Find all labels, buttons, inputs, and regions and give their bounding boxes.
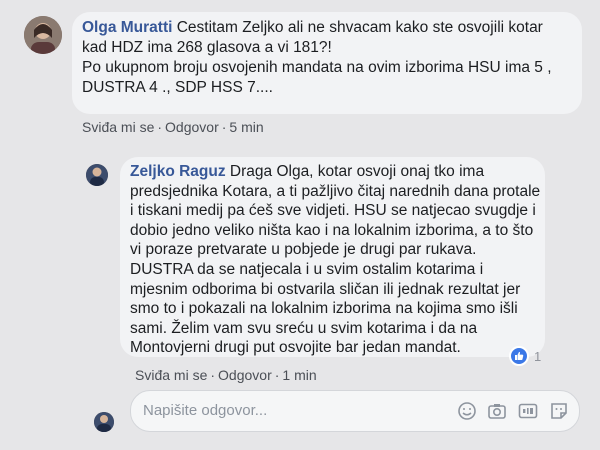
timestamp[interactable]: 1 min <box>282 367 316 383</box>
comment-text-line: dobio jedno veliko ništa kao i na lokaln… <box>130 221 534 239</box>
comment-text-line: DUSTRA da se natjecala i u svim ostalim … <box>130 260 484 278</box>
comment-bubble-zeljko: Zeljko Raguz Draga Olga, kotar osvoji on… <box>120 157 545 357</box>
sticker-icon[interactable] <box>549 401 569 421</box>
comment-actions-olga: Sviđa mi se · Odgovor · 5 min <box>82 119 264 135</box>
comment-text-line: i tiskani medij pa ćeš sve vidjeti. HSU … <box>130 202 536 220</box>
comment-text-line: mjesnim odborima bi ostvarila sličan ili… <box>130 280 521 298</box>
comment-text-line: Po ukupnom broju osvojenih mandata na ov… <box>82 59 552 76</box>
reaction-count: 1 <box>534 348 542 364</box>
avatar-zeljko[interactable] <box>86 164 108 186</box>
gif-icon[interactable] <box>518 401 538 421</box>
comment-actions-zeljko: Sviđa mi se · Odgovor · 1 min <box>135 367 317 383</box>
thumbs-up-icon <box>509 346 529 366</box>
separator: · <box>274 367 280 383</box>
comment-bubble-olga: Olga Muratti Cestitam Zeljko ali ne shva… <box>72 12 582 114</box>
separator: · <box>210 367 216 383</box>
avatar-current-user <box>94 412 114 432</box>
comment-author[interactable]: Zeljko Raguz <box>130 163 226 180</box>
separator: · <box>157 119 163 135</box>
reply-link[interactable]: Odgovor <box>218 367 272 383</box>
separator: · <box>221 119 227 135</box>
profile-photo-icon <box>86 164 108 186</box>
comment-text-line: sami. Želim vam svu sreću u svim kotarim… <box>130 319 478 337</box>
avatar-olga[interactable] <box>24 16 62 54</box>
emoji-icon[interactable] <box>457 401 477 421</box>
camera-icon[interactable] <box>487 401 507 421</box>
comment-text-line: Montovjerni drugi put osvojite bar jedan… <box>130 339 461 357</box>
comment-author[interactable]: Olga Muratti <box>82 19 172 36</box>
reaction-summary[interactable]: 1 <box>509 346 541 366</box>
comment-text-line: predsjednika Kotara, a ti pažljivo čitaj… <box>130 182 541 200</box>
comment-text-line: DUSTRA 4 ., SDP HSS 7.... <box>82 79 273 96</box>
timestamp[interactable]: 5 min <box>229 119 263 135</box>
profile-photo-icon <box>94 412 114 432</box>
comment-text-line: Cestitam Zeljko ali ne shvacam kako ste … <box>176 19 543 36</box>
comment-text-line: vi poraze pretvarate u pobjede je drugi … <box>130 241 477 259</box>
comment-text-line: kad HDZ ima 268 glasova a vi 181?! <box>82 39 332 56</box>
like-link[interactable]: Sviđa mi se <box>135 367 207 383</box>
comment-text-line: Draga Olga, kotar osvoji onaj tko ima <box>229 163 485 180</box>
profile-photo-icon <box>24 16 62 54</box>
reply-input[interactable]: Napišite odgovor... <box>130 390 580 432</box>
like-link[interactable]: Sviđa mi se <box>82 119 154 135</box>
comment-text-line: smo to i pokazali na lokalnim izborima n… <box>130 300 518 318</box>
reply-placeholder: Napišite odgovor... <box>143 402 268 419</box>
reply-link[interactable]: Odgovor <box>165 119 219 135</box>
